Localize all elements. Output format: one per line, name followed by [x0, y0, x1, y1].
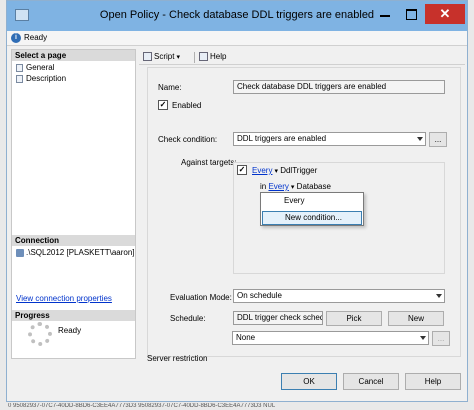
- connection-label: .\SQL2012 [PLASKETT\aaron]: [26, 248, 135, 257]
- dropdown-item-new-condition[interactable]: New condition...: [262, 211, 362, 225]
- every-trigger-link[interactable]: Every: [252, 166, 272, 175]
- check-condition-value: DDL triggers are enabled: [237, 134, 327, 143]
- info-icon: i: [11, 33, 21, 43]
- connection-header: Connection: [12, 235, 135, 246]
- database-label: Database: [296, 182, 331, 191]
- chevron-down-icon: [417, 137, 423, 141]
- script-label: Script: [154, 52, 175, 61]
- script-icon: [143, 52, 152, 62]
- page-item-description[interactable]: Description: [16, 74, 66, 84]
- chevron-down-icon: ▾: [176, 54, 180, 61]
- check-condition-combo[interactable]: DDL triggers are enabled: [233, 132, 426, 146]
- page-icon: [16, 74, 23, 83]
- name-label: Name:: [158, 83, 182, 92]
- server-restriction-ellipsis-button[interactable]: ...: [432, 331, 450, 346]
- server-restriction-combo[interactable]: None: [232, 331, 429, 345]
- close-button[interactable]: ✕: [425, 4, 465, 24]
- page-icon: [16, 63, 23, 72]
- enabled-label: Enabled: [172, 101, 202, 110]
- background-grid-row: 0 95082937-07C7-40DD-8BD6-C3EE4A7773D3 9…: [8, 403, 276, 409]
- in-label: in: [260, 182, 267, 191]
- name-field[interactable]: Check database DDL triggers are enabled: [233, 80, 445, 94]
- title-bar: Open Policy - Check database DDL trigger…: [7, 1, 467, 31]
- minimize-button[interactable]: [373, 4, 397, 24]
- view-connection-properties-link[interactable]: View connection properties: [16, 294, 112, 303]
- every-database-link[interactable]: Every: [268, 182, 288, 191]
- schedule-label: Schedule:: [170, 314, 206, 323]
- dropdown-item-every[interactable]: Every: [262, 195, 362, 209]
- help-toolbar-button[interactable]: Help: [199, 52, 227, 62]
- chevron-down-icon[interactable]: ▾: [274, 168, 278, 175]
- select-page-header: Select a page: [12, 50, 135, 61]
- target-checkbox[interactable]: ✓: [237, 165, 247, 175]
- server-restriction-label: Server restriction: [147, 354, 208, 363]
- status-text: Ready: [24, 33, 48, 42]
- evaluation-mode-value: On schedule: [237, 291, 282, 300]
- progress-header: Progress: [12, 310, 135, 321]
- help-icon: [199, 52, 208, 62]
- ok-button[interactable]: OK: [281, 373, 337, 390]
- evaluation-mode-label: Evaluation Mode:: [170, 293, 232, 302]
- help-button[interactable]: Help: [405, 373, 461, 390]
- page-item-general[interactable]: General: [16, 63, 54, 73]
- script-button[interactable]: Script ▾: [143, 52, 180, 62]
- condition-dropdown-menu: Every New condition...: [260, 192, 364, 226]
- general-form: Name: Check database DDL triggers are en…: [147, 67, 461, 363]
- right-pane: Script ▾ Help Name: Check database DDL tr…: [139, 49, 465, 363]
- check-condition-ellipsis-button[interactable]: ...: [429, 132, 447, 147]
- connection-item: .\SQL2012 [PLASKETT\aaron]: [16, 248, 135, 257]
- chevron-down-icon: [420, 336, 426, 340]
- help-label: Help: [210, 52, 227, 61]
- maximize-button[interactable]: [399, 4, 423, 24]
- cancel-button[interactable]: Cancel: [343, 373, 399, 390]
- chevron-down-icon[interactable]: ▾: [291, 184, 295, 191]
- server-restriction-value: None: [236, 333, 256, 342]
- window-title: Open Policy - Check database DDL trigger…: [99, 9, 375, 21]
- server-icon: [16, 248, 24, 257]
- ddltrigger-label: DdlTrigger: [280, 166, 318, 175]
- check-condition-label: Check condition:: [158, 135, 218, 144]
- target-row-trigger: Every ▾ DdlTrigger: [252, 166, 317, 175]
- left-pane: Select a page General Description Connec…: [11, 49, 136, 359]
- progress-status: Ready: [58, 326, 82, 335]
- new-schedule-button[interactable]: New: [388, 311, 444, 326]
- against-targets-label: Against targets:: [181, 158, 237, 167]
- progress-spinner-icon: [28, 322, 52, 346]
- status-bar: i Ready: [7, 31, 467, 46]
- toolbar-separator: [194, 52, 195, 63]
- policy-dialog: Open Policy - Check database DDL trigger…: [6, 0, 468, 402]
- enabled-checkbox[interactable]: ✓: [158, 100, 168, 110]
- schedule-field[interactable]: DDL trigger check schedu: [233, 311, 323, 325]
- chevron-down-icon: [436, 294, 442, 298]
- target-row-database: in Every ▾ Database: [260, 182, 331, 191]
- pick-button[interactable]: Pick: [326, 311, 382, 326]
- evaluation-mode-combo[interactable]: On schedule: [233, 289, 445, 303]
- page-item-label: Description: [26, 74, 67, 83]
- page-item-label: General: [26, 63, 55, 72]
- toolbar: Script ▾ Help: [139, 49, 465, 65]
